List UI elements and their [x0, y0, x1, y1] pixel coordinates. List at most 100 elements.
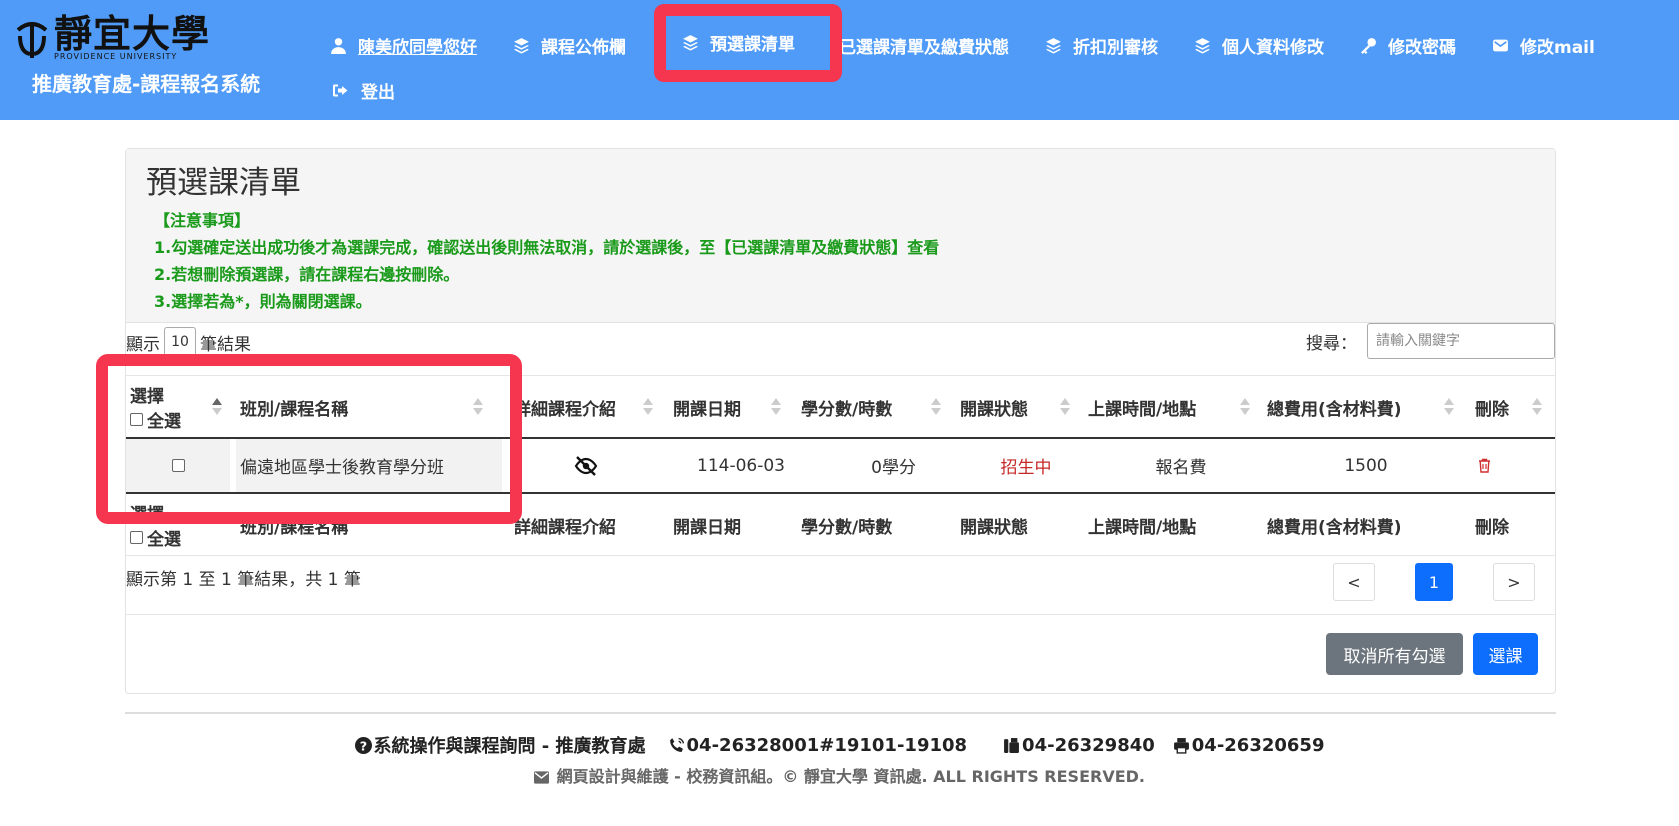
footer-contact: ? 系統操作與課程詢問 - 推廣教育處 04-26328001#19101-19…	[0, 732, 1679, 758]
col-credits[interactable]: 學分數/時數	[801, 376, 892, 438]
envelope-icon	[534, 771, 549, 784]
col-time-place[interactable]: 上課時間/地點	[1088, 376, 1196, 438]
results-label: 筆結果	[200, 334, 251, 355]
pagination-current: 1	[1415, 563, 1453, 601]
fax-phone-icon	[1004, 737, 1019, 753]
nav-logout[interactable]: 登出	[332, 78, 395, 103]
col-status[interactable]: 開課狀態	[960, 376, 1028, 438]
nav-label: 陳美欣同學您好	[358, 37, 477, 58]
col-total-fee[interactable]: 總費用(含材料費)	[1267, 376, 1402, 438]
row-time-place: 報名費	[1155, 458, 1207, 478]
key-icon	[1361, 37, 1376, 54]
sort-icon[interactable]	[1240, 398, 1250, 416]
page-length-control: 顯示 10 筆結果	[126, 327, 251, 357]
notice-list: 【注意事項】 1.勾選確定送出成功後才為選課完成，確認送出後則無法取消，請於選課…	[154, 207, 939, 315]
notice-item: 3.選擇若為*，則為關閉選課。	[154, 292, 372, 311]
nav-label: 課程公佈欄	[541, 37, 626, 58]
footer-fax: 04-26320659	[1191, 734, 1325, 756]
eye-slash-icon[interactable]	[566, 439, 606, 492]
notice-heading: 【注意事項】	[154, 211, 251, 230]
nav-change-mail[interactable]: 修改mail	[1492, 33, 1595, 58]
table-info: 顯示第 1 至 1 筆結果，共 1 筆	[126, 570, 361, 590]
nav-course-board[interactable]: 課程公佈欄	[513, 33, 626, 58]
divider	[126, 614, 1555, 615]
footer-credits: 網頁設計與維護 - 校務資訊組。© 靜宜大學 資訊處. ALL RIGHTS R…	[0, 763, 1679, 787]
top-header: 靜宜大學 PROVIDENCE UNIVERSITY 推廣教育處-課程報名系統 …	[0, 0, 1679, 120]
search-input[interactable]	[1367, 323, 1555, 359]
logo-emblem-icon	[14, 14, 50, 60]
search-control: 搜尋：	[1306, 323, 1555, 359]
enroll-button[interactable]: 選課	[1473, 633, 1538, 675]
footer-col-status: 開課狀態	[960, 517, 1028, 538]
main-nav: 陳美欣同學您好 課程公佈欄 預選課清單 已選課清單及繳費狀態 折扣別審核 個人資…	[330, 30, 1595, 60]
footer-col-total-fee: 總費用(含材料費)	[1267, 517, 1402, 538]
footer-credits-text: 網頁設計與維護 - 校務資訊組。© 靜宜大學 資訊處. ALL RIGHTS R…	[556, 767, 1145, 786]
select-all-label: 全選	[147, 530, 181, 550]
highlight-box-select-column	[96, 354, 522, 524]
sort-icon[interactable]	[771, 398, 781, 416]
col-course-intro[interactable]: 詳細課程介紹	[514, 376, 616, 438]
sort-icon[interactable]	[931, 398, 941, 416]
printer-icon	[1173, 737, 1189, 754]
next-page-button[interactable]: >	[1493, 563, 1535, 601]
user-icon	[331, 37, 346, 54]
nav-preselect-list[interactable]: 預選課清單	[682, 30, 795, 55]
footer-divider	[125, 712, 1556, 714]
footer-col-course-intro: 詳細課程介紹	[514, 517, 616, 538]
page-title: 預選課清單	[146, 165, 301, 201]
nav-user-greeting[interactable]: 陳美欣同學您好	[330, 33, 477, 58]
footer-select-all[interactable]: 全選	[130, 525, 181, 550]
envelope-icon	[1493, 39, 1508, 51]
nav-label: 修改mail	[1520, 37, 1595, 58]
col-start-date[interactable]: 開課日期	[673, 376, 741, 438]
notice-item: 1.勾選確定送出成功後才為選課完成，確認送出後則無法取消，請於選課後，至【已選課…	[154, 238, 940, 257]
nav-label: 修改密碼	[1388, 37, 1456, 58]
pagination-next: >	[1493, 563, 1535, 601]
footer-col-credits: 學分數/時數	[801, 517, 893, 538]
sort-icon[interactable]	[643, 398, 653, 416]
col-delete[interactable]: 刪除	[1475, 376, 1509, 438]
layers-icon	[683, 35, 698, 51]
nav-label: 已選課清單及繳費狀態	[839, 37, 1009, 58]
footer-phone: 04-26328001#19101-19108	[686, 734, 968, 756]
sort-icon[interactable]	[1060, 398, 1070, 416]
nav-discount-review[interactable]: 折扣別審核	[1045, 33, 1158, 58]
sign-out-icon	[333, 84, 348, 97]
layers-icon	[514, 37, 529, 54]
card-header: 預選課清單 【注意事項】 1.勾選確定送出成功後才為選課完成，確認送出後則無法取…	[126, 149, 1555, 323]
trash-icon[interactable]	[1472, 439, 1496, 492]
pagination: <	[1333, 563, 1375, 601]
cancel-all-selections-button[interactable]: 取消所有勾選	[1326, 633, 1463, 675]
logo-chinese-name: 靜宜大學	[54, 11, 211, 56]
sort-icon[interactable]	[1532, 398, 1542, 416]
row-fee: 1500	[1344, 455, 1388, 476]
university-logo[interactable]: 靜宜大學 PROVIDENCE UNIVERSITY	[14, 14, 210, 61]
footer-inquiry: 系統操作與課程詢問 - 推廣教育處	[373, 736, 646, 757]
svg-text:?: ?	[359, 739, 366, 754]
nav-label: 預選課清單	[710, 35, 795, 55]
footer-col-delete: 刪除	[1475, 517, 1509, 538]
nav-profile-edit[interactable]: 個人資料修改	[1194, 33, 1324, 58]
row-credits: 0學分	[871, 458, 916, 478]
footer-select-all-checkbox[interactable]	[130, 531, 143, 544]
search-label: 搜尋：	[1306, 333, 1357, 354]
row-start-date: 114-06-03	[697, 455, 785, 476]
page-1-button[interactable]: 1	[1415, 563, 1453, 601]
system-title: 推廣教育處-課程報名系統	[32, 72, 261, 96]
footer-tel: 04-26329840	[1022, 734, 1155, 756]
nav-label: 折扣別審核	[1073, 37, 1158, 58]
prev-page-button[interactable]: <	[1333, 563, 1375, 601]
show-label: 顯示	[126, 334, 160, 355]
nav-change-password[interactable]: 修改密碼	[1360, 33, 1456, 58]
row-status: 招生中	[1000, 458, 1052, 478]
nav-label: 個人資料修改	[1222, 37, 1324, 58]
layers-icon	[1195, 37, 1210, 54]
footer-col-start-date: 開課日期	[673, 517, 741, 538]
layers-icon	[1046, 37, 1061, 54]
logout-label: 登出	[361, 83, 395, 103]
question-circle-icon: ?	[354, 736, 372, 754]
sort-icon[interactable]	[1444, 398, 1454, 416]
page-length-select[interactable]: 10	[164, 327, 196, 357]
footer-col-time-place: 上課時間/地點	[1088, 517, 1197, 538]
phone-volume-icon	[669, 737, 684, 752]
